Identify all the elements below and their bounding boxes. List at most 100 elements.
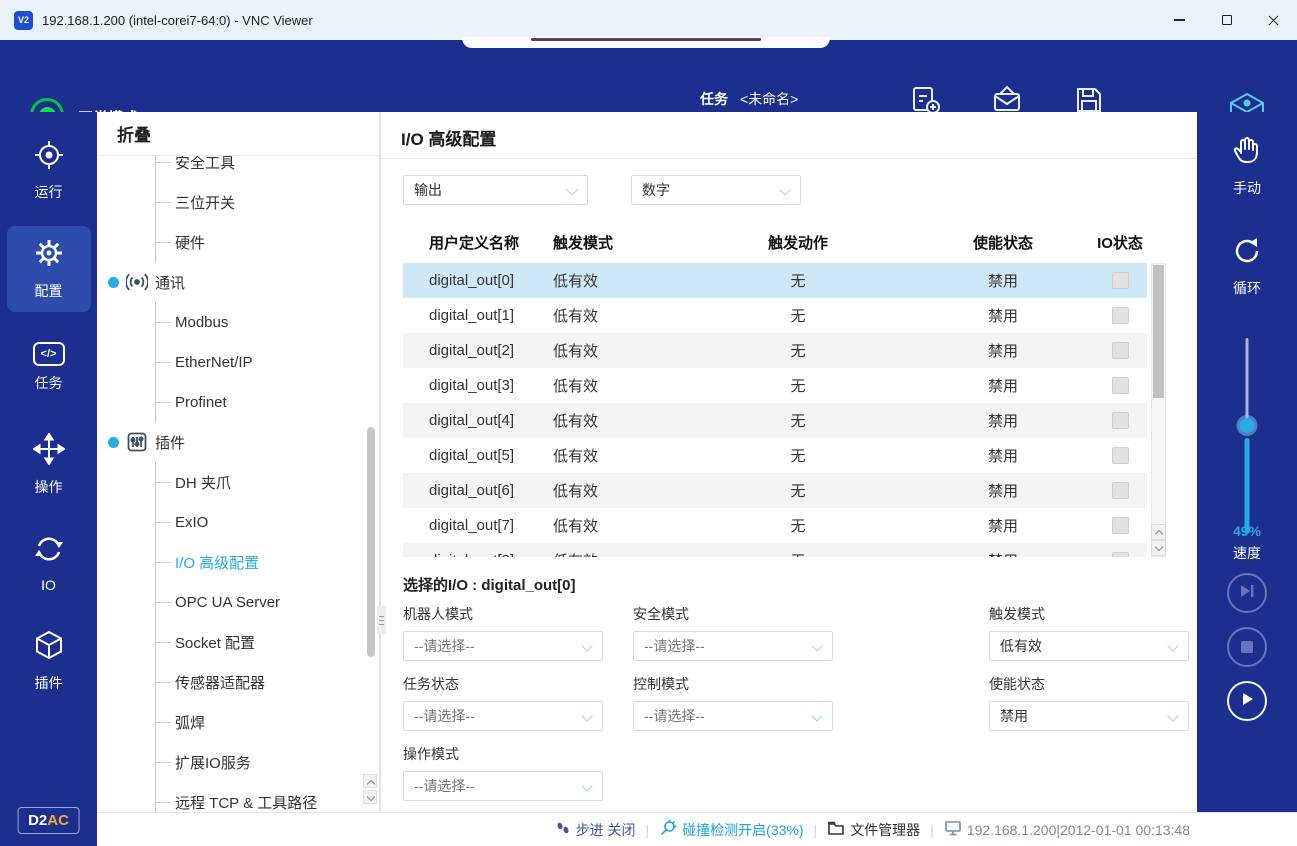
- sidebar-item-config[interactable]: 配置: [7, 226, 91, 312]
- page-title: I/O 高级配置: [401, 125, 496, 150]
- table-scrollbar-thumb[interactable]: [1153, 265, 1164, 398]
- tree-item[interactable]: Socket 配置: [97, 622, 379, 662]
- tree-item[interactable]: 安全工具: [97, 156, 379, 182]
- trigger-mode-label: 触发模式: [989, 604, 1189, 624]
- file-manager-button[interactable]: 文件管理器: [827, 819, 920, 840]
- table-scroll-up-icon[interactable]: [1151, 524, 1166, 540]
- io-state-checkbox[interactable]: [1112, 517, 1129, 534]
- robot-mode-select[interactable]: --请选择--: [403, 631, 603, 661]
- collision-detection-status[interactable]: 碰撞检测开启(33%): [659, 819, 803, 840]
- io-state-checkbox[interactable]: [1112, 307, 1129, 324]
- tree-item[interactable]: OPC UA Server: [97, 582, 379, 622]
- selected-io-label: 选择的I/O : digital_out[0]: [403, 574, 576, 595]
- io-state-checkbox[interactable]: [1112, 342, 1129, 359]
- io-state-checkbox[interactable]: [1112, 447, 1129, 464]
- stop-button[interactable]: [1227, 627, 1267, 667]
- task-state-select[interactable]: --请选择--: [403, 701, 603, 731]
- d2ac-badge[interactable]: D2AC: [17, 807, 80, 834]
- table-row[interactable]: digital_out[6] 低有效 无 禁用: [403, 473, 1147, 508]
- control-mode-select[interactable]: --请选择--: [633, 701, 833, 731]
- table-row[interactable]: digital_out[0] 低有效 无 禁用: [403, 263, 1147, 298]
- sidebar-item-plugin[interactable]: 插件: [7, 618, 91, 704]
- vnc-toolbar-grip: [531, 38, 761, 41]
- table-row[interactable]: digital_out[5] 低有效 无 禁用: [403, 438, 1147, 473]
- table-scrollbar[interactable]: [1151, 263, 1166, 557]
- play-button[interactable]: [1227, 681, 1267, 721]
- tree-item[interactable]: 弧焊: [97, 702, 379, 742]
- tree-item[interactable]: DH 夹爪: [97, 462, 379, 502]
- table-row[interactable]: digital_out[4] 低有效 无 禁用: [403, 403, 1147, 438]
- tree-item-label: 插件: [155, 432, 185, 453]
- tree-scrollbar[interactable]: [367, 427, 375, 657]
- maximize-button[interactable]: [1203, 0, 1250, 40]
- tree-item-io-advanced-config[interactable]: I/O 高级配置: [97, 542, 379, 582]
- tree-item[interactable]: 传感器适配器: [97, 662, 379, 702]
- tree-item[interactable]: 远程 TCP & 工具路径: [97, 782, 379, 812]
- tree-item[interactable]: EtherNet/IP: [97, 342, 379, 382]
- tree-item-communication[interactable]: 通讯: [97, 262, 379, 302]
- sidebar-item-io[interactable]: IO: [7, 520, 91, 606]
- safety-mode-value: --请选择--: [644, 636, 705, 656]
- io-direction-value: 输出: [414, 180, 442, 200]
- collision-detection-text: 碰撞检测开启(33%): [682, 820, 803, 840]
- tree-item[interactable]: 硬件: [97, 222, 379, 262]
- tree-item-label: EtherNet/IP: [175, 354, 253, 371]
- panel-splitter-handle[interactable]: [377, 606, 386, 634]
- step-mode-status[interactable]: 步进 关闭: [555, 820, 636, 840]
- enable-state-cell: 禁用: [913, 305, 1093, 326]
- close-button[interactable]: [1250, 0, 1297, 40]
- table-row[interactable]: digital_out[7] 低有效 无 禁用: [403, 508, 1147, 543]
- manual-mode-button[interactable]: 手动: [1197, 134, 1297, 198]
- tree-collapse-header[interactable]: 折叠: [97, 112, 379, 156]
- table-row[interactable]: digital_out[1] 低有效 无 禁用: [403, 298, 1147, 333]
- config-gear-icon: [33, 237, 65, 274]
- enable-state-value: 禁用: [1000, 706, 1028, 726]
- io-state-checkbox[interactable]: [1112, 412, 1129, 429]
- io-state-checkbox[interactable]: [1112, 272, 1129, 289]
- io-direction-select[interactable]: 输出: [403, 175, 588, 205]
- table-row[interactable]: digital_out[8] 低有效 无 禁用: [403, 543, 1147, 557]
- speed-percent: 49%: [1197, 523, 1297, 539]
- skip-icon: [1238, 582, 1256, 605]
- sidebar-item-operate[interactable]: 操作: [7, 422, 91, 508]
- trigger-mode-select[interactable]: 低有效: [989, 631, 1189, 661]
- tree-item-label: DH 夹爪: [175, 472, 231, 493]
- sidebar-item-run[interactable]: 运行: [7, 128, 91, 214]
- trigger-action-cell: 无: [683, 340, 913, 361]
- operation-mode-select[interactable]: --请选择--: [403, 771, 603, 801]
- minimize-button[interactable]: [1156, 0, 1203, 40]
- table-row[interactable]: digital_out[2] 低有效 无 禁用: [403, 333, 1147, 368]
- io-state-checkbox[interactable]: [1112, 377, 1129, 394]
- io-name-cell: digital_out[5]: [403, 447, 553, 464]
- table-row[interactable]: digital_out[3] 低有效 无 禁用: [403, 368, 1147, 403]
- io-state-checkbox[interactable]: [1112, 482, 1129, 499]
- vnc-toolbar-tab[interactable]: [462, 37, 830, 48]
- window-titlebar[interactable]: V2 192.168.1.200 (intel-corei7-64:0) - V…: [0, 0, 1297, 40]
- table-header-row: 用户定义名称 触发模式 触发动作 使能状态 IO状态: [403, 224, 1147, 260]
- slider-thumb[interactable]: [1240, 418, 1255, 433]
- speed-slider[interactable]: [1197, 338, 1297, 536]
- sidebar-item-task[interactable]: </> 任务: [7, 324, 91, 410]
- trigger-mode-cell: 低有效: [553, 305, 683, 326]
- trigger-mode-cell: 低有效: [553, 445, 683, 466]
- enable-state-select[interactable]: 禁用: [989, 701, 1189, 731]
- safety-mode-select[interactable]: --请选择--: [633, 631, 833, 661]
- io-type-select[interactable]: 数字: [631, 175, 801, 205]
- enable-state-cell: 禁用: [913, 515, 1093, 536]
- enable-state-cell: 禁用: [913, 480, 1093, 501]
- tree-scroll-up-icon[interactable]: [363, 774, 377, 788]
- tree-item[interactable]: Modbus: [97, 302, 379, 342]
- step-run-button[interactable]: [1227, 573, 1267, 613]
- tree-scroll-down-icon[interactable]: [363, 790, 377, 804]
- operation-mode-label: 操作模式: [403, 744, 603, 764]
- loop-mode-button[interactable]: 循环: [1197, 234, 1297, 298]
- tree-node-dot: [108, 437, 119, 448]
- hand-icon: [1229, 134, 1265, 173]
- table-scroll-down-icon[interactable]: [1151, 540, 1166, 556]
- tree-item-plugins[interactable]: 插件: [97, 422, 379, 462]
- tree-item[interactable]: Profinet: [97, 382, 379, 422]
- io-state-checkbox[interactable]: [1112, 552, 1129, 557]
- tree-item[interactable]: 扩展IO服务: [97, 742, 379, 782]
- tree-item[interactable]: 三位开关: [97, 182, 379, 222]
- tree-item[interactable]: ExIO: [97, 502, 379, 542]
